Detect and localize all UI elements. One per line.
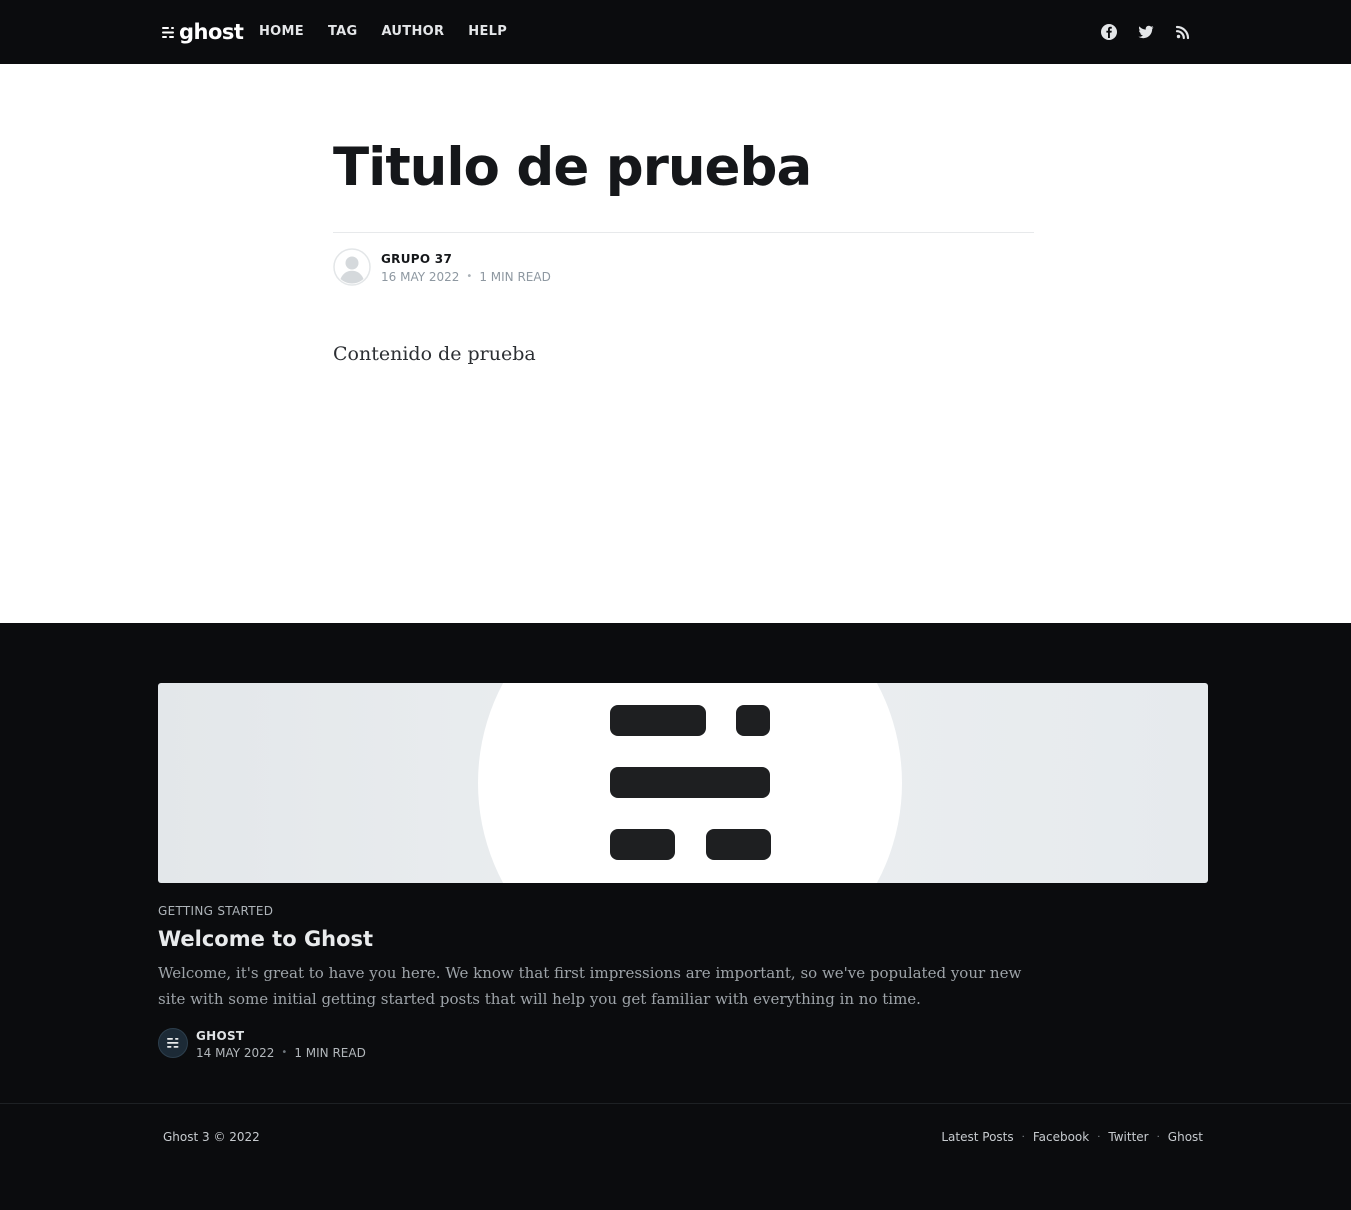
post-title: Titulo de prueba [333,137,812,198]
nav-link-author[interactable]: AUTHOR [381,24,444,40]
site-logo[interactable]: ghost [162,20,244,44]
related-post-read-time: 1 MIN READ [294,1046,366,1060]
footer-link-twitter[interactable]: Twitter [1108,1129,1148,1145]
ghost-logo-icon [162,26,174,38]
footer-nav: Latest Posts · Facebook · Twitter · Ghos… [941,1129,1203,1145]
author-name[interactable]: GRUPO 37 [381,251,452,267]
related-post-date: 14 MAY 2022 [196,1046,275,1060]
footer-link-latest-posts[interactable]: Latest Posts [941,1129,1013,1145]
footer-link-ghost[interactable]: Ghost [1168,1129,1203,1145]
nav-link-home[interactable]: HOME [259,24,304,40]
related-post-meta: 14 MAY 2022 • 1 MIN READ [196,1046,366,1060]
author-avatar[interactable] [333,248,371,286]
article: Titulo de prueba GRUPO 37 16 MAY 2022 • … [0,64,1351,623]
main-nav: HOME TAG AUTHOR HELP [259,24,507,40]
copyright: Ghost 3 © 2022 [163,1130,260,1144]
rss-icon[interactable] [1174,23,1192,41]
related-author-name[interactable]: GHOST [196,1029,244,1043]
related-author-avatar[interactable] [158,1028,188,1058]
site-footer: Ghost 3 © 2022 Latest Posts · Facebook ·… [0,1103,1351,1210]
post-content: Contenido de prueba [333,343,536,365]
footer-separator: · [1021,1131,1025,1143]
post-read-time: 1 MIN READ [479,270,551,284]
logo-text: ghost [179,20,244,44]
meta-dot: • [281,1047,288,1058]
ghost-logo-icon [478,683,902,883]
ghost-logo-icon [167,1038,179,1048]
social-links [1100,23,1192,41]
site-header: ghost HOME TAG AUTHOR HELP [0,0,1351,64]
meta-dot: • [466,271,473,282]
related-post-tag[interactable]: GETTING STARTED [158,904,273,918]
related-posts: GETTING STARTED Welcome to Ghost Welcome… [0,623,1351,1103]
title-divider [333,232,1034,233]
twitter-icon[interactable] [1137,23,1155,41]
footer-link-facebook[interactable]: Facebook [1033,1129,1089,1145]
related-post-title[interactable]: Welcome to Ghost [158,925,373,953]
post-meta: 16 MAY 2022 • 1 MIN READ [381,270,551,284]
nav-link-tag[interactable]: TAG [328,24,358,40]
post-date: 16 MAY 2022 [381,270,460,284]
related-post-excerpt: Welcome, it's great to have you here. We… [158,964,1022,1008]
nav-link-help[interactable]: HELP [468,24,507,40]
related-post-image[interactable] [158,683,1208,883]
facebook-icon[interactable] [1100,23,1118,41]
footer-separator: · [1097,1131,1101,1143]
footer-separator: · [1156,1131,1160,1143]
